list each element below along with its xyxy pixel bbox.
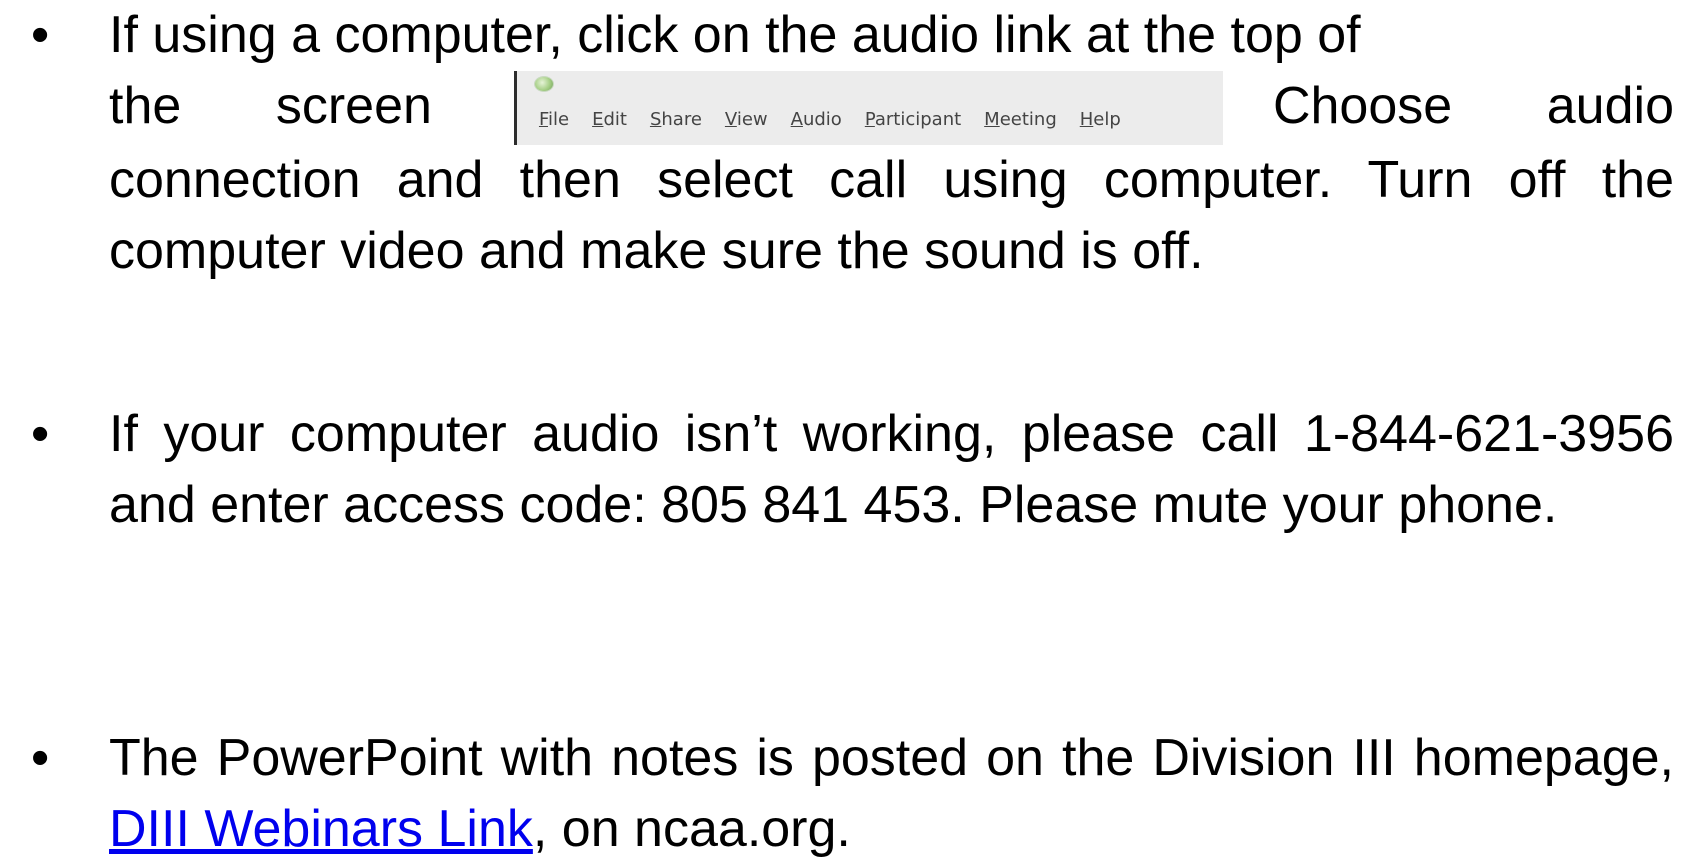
bullet-marker-1: •	[31, 6, 50, 64]
menu-bar-screenshot: File Edit Share View Audio Participant M…	[513, 71, 1223, 145]
diii-webinars-link[interactable]: DIII Webinars Link	[109, 800, 533, 858]
bullet-text-audio-instructions: If using a computer, click on the audio …	[109, 0, 1674, 287]
menu-item-participant[interactable]: Participant	[865, 109, 961, 130]
menu-items: File Edit Share View Audio Participant M…	[539, 109, 1121, 130]
menu-item-view[interactable]: View	[725, 109, 768, 130]
menu-item-meeting[interactable]: Meeting	[984, 109, 1057, 130]
bullet-text-phone-dial-in: If your computer audio isn’t working, pl…	[109, 405, 1674, 534]
menu-item-edit[interactable]: Edit	[592, 109, 627, 130]
menu-item-file[interactable]: File	[539, 109, 569, 130]
slide: • If using a computer, click on the audi…	[0, 0, 1687, 864]
zoom-green-logo-icon	[534, 77, 553, 91]
bullet-1-rest: connection and then select call using co…	[109, 151, 1674, 280]
bullet-marker-2: •	[31, 405, 50, 463]
bullet-3-text-before-link: The PowerPoint with notes is posted on t…	[109, 729, 1674, 787]
bullet-1-line-2-start: the screen	[109, 77, 432, 135]
bullet-text-powerpoint-location: The PowerPoint with notes is posted on t…	[109, 723, 1674, 865]
menu-item-share[interactable]: Share	[650, 109, 702, 130]
bullet-3-text-after-link: , on ncaa.org.	[532, 800, 851, 858]
bullet-marker-3: •	[31, 729, 50, 787]
bullet-1-line-2-end: Choose audio	[1272, 77, 1674, 135]
menu-item-help[interactable]: Help	[1080, 109, 1121, 130]
menu-item-audio[interactable]: Audio	[791, 109, 842, 130]
bullet-1-line-1: If using a computer, click on the audio …	[109, 6, 1361, 64]
